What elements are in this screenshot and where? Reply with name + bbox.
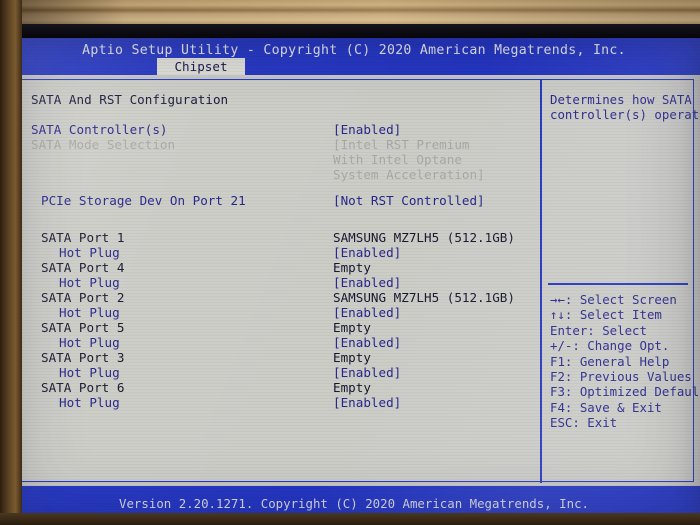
setting-value: [Not RST Controlled] xyxy=(333,193,485,208)
hot-plug-row[interactable]: Hot Plug [Enabled] xyxy=(15,365,540,380)
setting-value: [Intel RST Premium xyxy=(333,137,470,152)
setting-row[interactable]: PCIe Storage Dev On Port 21 [Not RST Cont… xyxy=(15,193,540,208)
hot-plug-row[interactable]: Hot Plug [Enabled] xyxy=(15,335,540,350)
setting-label: SATA Controller(s) xyxy=(31,122,168,137)
sata-port-label: SATA Port 5 xyxy=(41,320,125,335)
hot-plug-value: [Enabled] xyxy=(333,305,402,320)
setting-row[interactable]: SATA Controller(s) [Enabled] xyxy=(15,122,540,137)
bios-title: Aptio Setup Utility - Copyright (C) 2020… xyxy=(82,43,626,58)
monitor-bezel-top-edge xyxy=(0,24,700,38)
sata-port-device: Empty xyxy=(333,350,371,365)
hot-plug-value: [Enabled] xyxy=(333,275,402,290)
sata-port-label: SATA Port 6 xyxy=(41,380,125,395)
sata-port-row[interactable]: SATA Port 2 SAMSUNG MZ7LH5 (512.1GB) xyxy=(15,290,540,305)
sata-port-row[interactable]: SATA Port 6 Empty xyxy=(15,380,540,395)
bios-version: Version 2.20.1271. Copyright (C) 2020 Am… xyxy=(119,496,589,511)
hot-plug-label: Hot Plug xyxy=(59,365,120,380)
settings-pane: SATA And RST Configuration SATA Controll… xyxy=(15,80,540,483)
hot-plug-value: [Enabled] xyxy=(333,395,402,410)
desk-bottom-edge xyxy=(0,513,700,525)
hot-plug-label: Hot Plug xyxy=(59,335,120,350)
hot-plug-label: Hot Plug xyxy=(59,245,120,260)
tab-chipset[interactable]: Chipset xyxy=(157,58,245,75)
setting-row[interactable]: SATA Mode Selection [Intel RST Premium xyxy=(15,137,540,152)
hot-plug-row[interactable]: Hot Plug [Enabled] xyxy=(15,245,540,260)
sata-port-device: Empty xyxy=(333,260,371,275)
help-divider xyxy=(548,283,688,285)
help-pane: Determines how SATA controller(s) operat… xyxy=(542,80,700,483)
sata-port-row[interactable]: SATA Port 3 Empty xyxy=(15,350,540,365)
hot-plug-label: Hot Plug xyxy=(59,305,120,320)
help-description: Determines how SATA controller(s) operat… xyxy=(550,92,700,122)
wooden-frame-left-edge xyxy=(0,0,22,525)
setting-label: SATA Mode Selection xyxy=(31,137,176,152)
hot-plug-value: [Enabled] xyxy=(333,245,402,260)
bios-body: SATA And RST Configuration SATA Controll… xyxy=(8,75,700,486)
sata-port-label: SATA Port 1 xyxy=(41,230,125,245)
sata-port-row[interactable]: SATA Port 1 SAMSUNG MZ7LH5 (512.1GB) xyxy=(15,230,540,245)
sata-port-row[interactable]: SATA Port 4 Empty xyxy=(15,260,540,275)
bios-screen: Aptio Setup Utility - Copyright (C) 2020… xyxy=(8,36,700,525)
sata-port-device: Empty xyxy=(333,320,371,335)
hot-plug-row[interactable]: Hot Plug [Enabled] xyxy=(15,395,540,410)
setting-value-continuation: With Intel Optane xyxy=(333,152,462,167)
sata-port-label: SATA Port 4 xyxy=(41,260,125,275)
setting-value-continuation: System Acceleration] xyxy=(333,167,485,182)
bios-panel-frame: SATA And RST Configuration SATA Controll… xyxy=(14,79,700,483)
hot-plug-value: [Enabled] xyxy=(333,365,402,380)
sata-port-label: SATA Port 2 xyxy=(41,290,125,305)
setting-value: [Enabled] xyxy=(333,122,402,137)
sata-port-device: Empty xyxy=(333,380,371,395)
key-legend: →←: Select Screen ↑↓: Select Item Enter:… xyxy=(550,292,700,431)
hot-plug-row[interactable]: Hot Plug [Enabled] xyxy=(15,305,540,320)
hot-plug-row[interactable]: Hot Plug [Enabled] xyxy=(15,275,540,290)
sata-port-device: SAMSUNG MZ7LH5 (512.1GB) xyxy=(333,230,515,245)
hot-plug-label: Hot Plug xyxy=(59,275,120,290)
sata-port-device: SAMSUNG MZ7LH5 (512.1GB) xyxy=(333,290,515,305)
sata-port-label: SATA Port 3 xyxy=(41,350,125,365)
section-title: SATA And RST Configuration xyxy=(31,92,229,107)
setting-label: PCIe Storage Dev On Port 21 xyxy=(41,193,246,208)
hot-plug-value: [Enabled] xyxy=(333,335,402,350)
hot-plug-label: Hot Plug xyxy=(59,395,120,410)
photo-of-monitor: Aptio Setup Utility - Copyright (C) 2020… xyxy=(0,0,700,525)
bios-title-bar: Aptio Setup Utility - Copyright (C) 2020… xyxy=(8,36,700,75)
sata-port-row[interactable]: SATA Port 5 Empty xyxy=(15,320,540,335)
